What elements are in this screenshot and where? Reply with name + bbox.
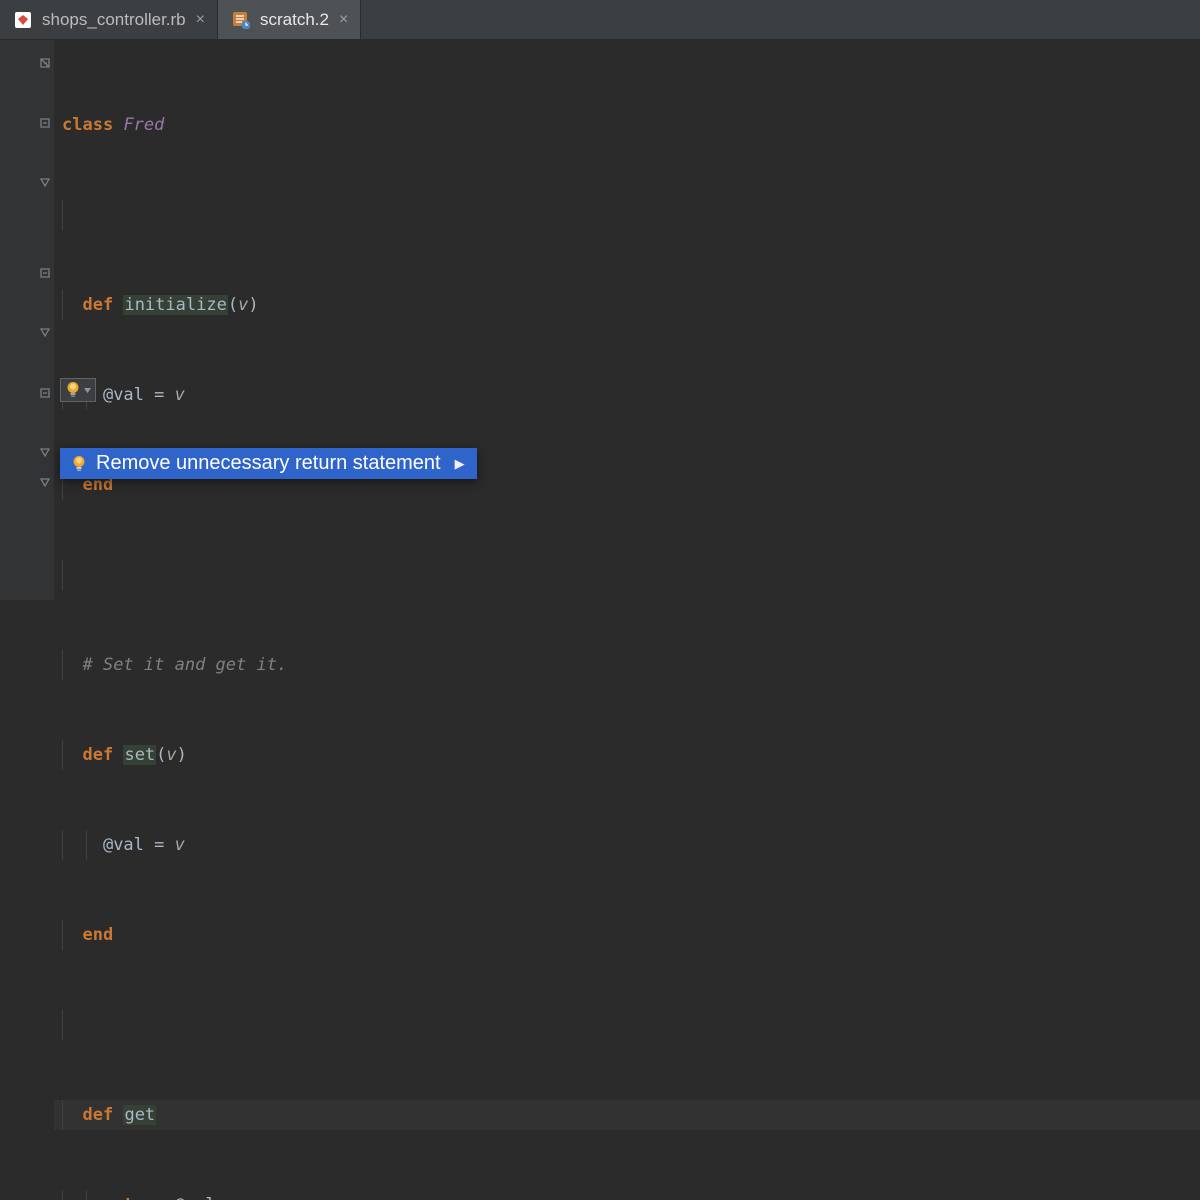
code-line[interactable]: @val = v bbox=[54, 380, 1200, 410]
code-line[interactable]: def get bbox=[54, 1100, 1200, 1130]
method-name: initialize bbox=[123, 295, 227, 315]
code-line[interactable]: def set(v) bbox=[54, 740, 1200, 770]
code-line[interactable] bbox=[54, 560, 1200, 590]
gutter bbox=[0, 40, 54, 600]
operator: = bbox=[144, 385, 175, 405]
keyword: def bbox=[82, 745, 113, 765]
tab-scratch-2[interactable]: scratch.2 × bbox=[218, 0, 361, 39]
tab-bar: shops_controller.rb × scratch.2 × bbox=[0, 0, 1200, 40]
code-area[interactable]: class Fred def initialize(v) @val = v en… bbox=[54, 50, 1200, 1200]
scratch-file-icon bbox=[232, 11, 250, 29]
keyword: return bbox=[103, 1195, 164, 1200]
lightbulb-icon bbox=[70, 454, 88, 474]
comment: # Set it and get it. bbox=[82, 655, 287, 675]
close-icon[interactable]: × bbox=[196, 11, 205, 29]
tab-shops-controller[interactable]: shops_controller.rb × bbox=[0, 0, 218, 39]
code-line[interactable]: def initialize(v) bbox=[54, 290, 1200, 320]
keyword: def bbox=[82, 1105, 113, 1125]
intention-popup[interactable]: Remove unnecessary return statement ▶ bbox=[60, 448, 477, 479]
method-name: set bbox=[123, 745, 156, 765]
tab-label: shops_controller.rb bbox=[42, 10, 186, 30]
method-name: get bbox=[123, 1105, 156, 1125]
code-line[interactable]: @val = v bbox=[54, 830, 1200, 860]
code-line[interactable] bbox=[54, 1010, 1200, 1040]
class-name: Fred bbox=[123, 115, 164, 135]
lightbulb-icon bbox=[64, 380, 82, 400]
paren: ) bbox=[248, 295, 258, 315]
ruby-file-icon bbox=[14, 11, 32, 29]
intention-bulb-button[interactable] bbox=[60, 378, 96, 402]
param: v bbox=[238, 295, 248, 315]
tab-label: scratch.2 bbox=[260, 10, 329, 30]
param: v bbox=[166, 745, 176, 765]
chevron-down-icon bbox=[83, 380, 92, 400]
code-line[interactable]: # Set it and get it. bbox=[54, 650, 1200, 680]
close-icon[interactable]: × bbox=[339, 11, 348, 29]
code-line[interactable] bbox=[54, 200, 1200, 230]
keyword: class bbox=[62, 115, 113, 135]
ivar: @val bbox=[175, 1195, 216, 1200]
paren: ) bbox=[177, 745, 187, 765]
ivar: @val bbox=[103, 385, 144, 405]
keyword: end bbox=[82, 925, 113, 945]
intention-label: Remove unnecessary return statement bbox=[96, 452, 441, 475]
paren: ( bbox=[228, 295, 238, 315]
code-line[interactable]: return @val bbox=[54, 1190, 1200, 1200]
operator: = bbox=[144, 835, 175, 855]
code-line[interactable]: class Fred bbox=[54, 110, 1200, 140]
submenu-arrow-icon: ▶ bbox=[455, 456, 465, 472]
editor[interactable]: class Fred def initialize(v) @val = v en… bbox=[0, 40, 1200, 600]
keyword: def bbox=[82, 295, 113, 315]
param: v bbox=[175, 835, 185, 855]
ivar: @val bbox=[103, 835, 144, 855]
code-line[interactable]: end bbox=[54, 920, 1200, 950]
param: v bbox=[175, 385, 185, 405]
paren: ( bbox=[156, 745, 166, 765]
